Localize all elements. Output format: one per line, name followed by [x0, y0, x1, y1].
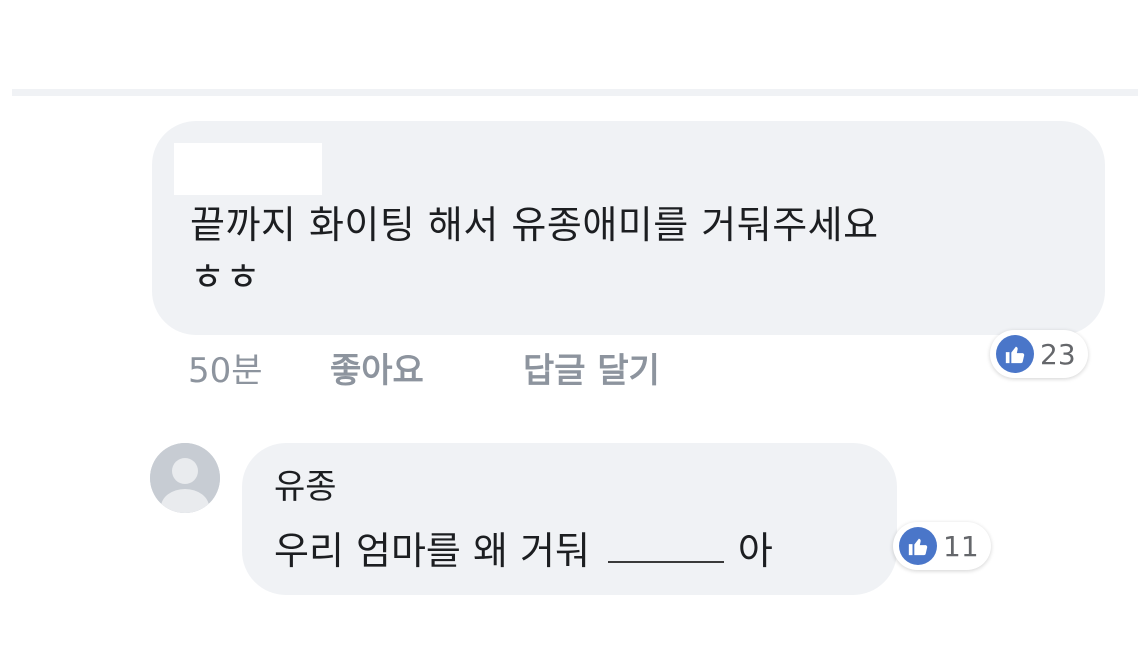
thumbs-up-icon	[899, 527, 937, 565]
reply-text-before: 우리 엄마를 왜 거둬	[274, 529, 590, 573]
comment-timestamp: 50분	[188, 351, 263, 391]
like-button[interactable]: 좋아요	[330, 348, 424, 394]
top-divider	[12, 89, 1138, 96]
comment-like-count: 23	[1040, 337, 1076, 371]
default-avatar-icon	[150, 443, 220, 513]
reply-text: 우리 엄마를 왜 거둬 아	[274, 527, 773, 575]
reply-bubble: 유종 우리 엄마를 왜 거둬 아	[242, 443, 897, 595]
avatar[interactable]	[150, 443, 220, 513]
author-name-redacted	[174, 143, 322, 195]
thumbs-up-icon	[996, 335, 1034, 373]
reply-author-name[interactable]: 유종	[274, 465, 337, 509]
comment-text: 끝까지 화이팅 해서 유종애미를 거둬주세요 ㅎㅎ	[190, 203, 879, 299]
reply-button[interactable]: 답글 달기	[523, 348, 660, 394]
reply-like-count: 11	[943, 529, 979, 563]
comment-reaction-count[interactable]: 23	[990, 330, 1088, 378]
comment-bubble: 끝까지 화이팅 해서 유종애미를 거둬주세요 ㅎㅎ	[152, 121, 1105, 335]
reply-reaction-count[interactable]: 11	[893, 522, 991, 570]
redacted-blank-line	[607, 537, 724, 563]
reply-text-after: 아	[737, 529, 773, 573]
